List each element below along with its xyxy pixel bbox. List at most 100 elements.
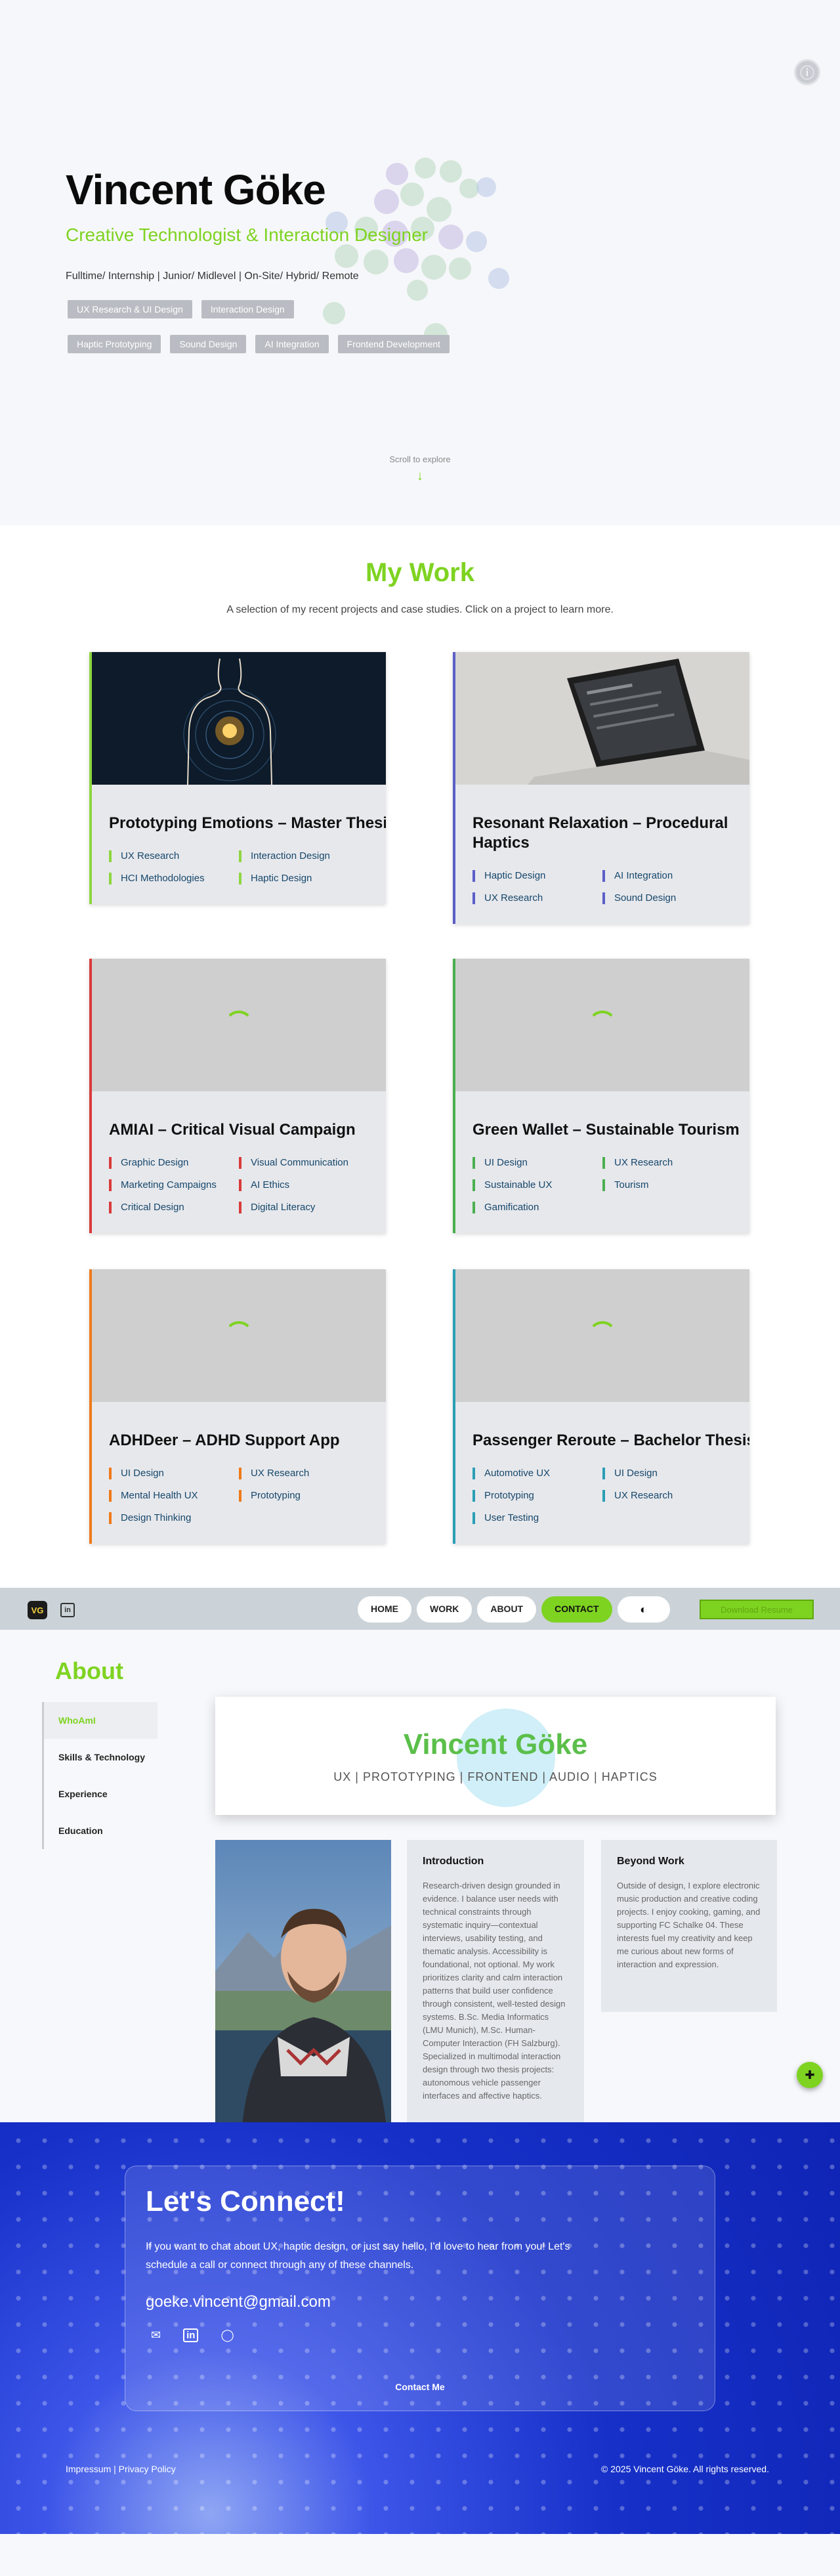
download-resume-button[interactable]: Download Resume xyxy=(700,1600,814,1619)
introduction-title: Introduction xyxy=(423,1856,484,1867)
skill-chips-row-2: Haptic Prototyping Sound Design AI Integ… xyxy=(68,335,450,353)
project-tag: Prototyping xyxy=(472,1490,602,1502)
project-tag: Haptic Design xyxy=(239,873,369,884)
theme-toggle-icon[interactable]: ◐ xyxy=(617,1596,670,1623)
contact-me-button[interactable]: Contact Me xyxy=(0,2382,840,2392)
laptop-illustration xyxy=(455,652,749,785)
info-icon[interactable]: ⓘ xyxy=(794,59,820,85)
project-thumbnail xyxy=(455,1269,749,1402)
puzzle-icon[interactable]: ✚ xyxy=(797,2062,823,2088)
project-card[interactable]: Green Wallet – Sustainable Tourism UI De… xyxy=(453,959,749,1233)
body-glow-illustration xyxy=(183,658,276,785)
connect-text: If you want to chat about UX, haptic des… xyxy=(146,2241,570,2271)
project-tag: Prototyping xyxy=(239,1490,369,1502)
project-tags: Graphic Design Visual Communication Mark… xyxy=(109,1157,369,1213)
project-tags: Automotive UX UI Design Prototyping UX R… xyxy=(472,1468,732,1524)
nav-link-about[interactable]: ABOUT xyxy=(477,1596,537,1623)
project-tags: UX Research Interaction Design HCI Metho… xyxy=(109,850,369,884)
loading-spinner-icon xyxy=(224,1321,253,1350)
nav-link-home[interactable]: HOME xyxy=(358,1596,411,1623)
skill-chip: UX Research & UI Design xyxy=(68,300,192,318)
skill-chip: Haptic Prototyping xyxy=(68,335,161,353)
project-tags: Haptic Design AI Integration UX Research… xyxy=(472,870,732,904)
arrow-down-icon[interactable]: ↓ xyxy=(0,469,840,484)
skill-chips-row-1: UX Research & UI Design Interaction Desi… xyxy=(68,300,294,318)
project-tag: UI Design xyxy=(472,1157,602,1169)
about-section: About WhoAmI Skills & Technology Experie… xyxy=(0,1630,840,2135)
project-tag: AI Integration xyxy=(602,870,732,882)
about-title: About xyxy=(55,1657,123,1684)
project-title: Passenger Reroute – Bachelor Thesis xyxy=(472,1431,749,1449)
linkedin-icon[interactable]: in xyxy=(60,1603,75,1617)
navbar: VG in HOME WORK ABOUT CONTACT ◐ Download… xyxy=(0,1588,840,1630)
nav-links: HOME WORK ABOUT CONTACT ◐ xyxy=(358,1596,670,1623)
project-tag: Marketing Campaigns xyxy=(109,1179,239,1191)
project-title: Green Wallet – Sustainable Tourism xyxy=(472,1121,740,1139)
beyond-work-box: Beyond Work Outside of design, I explore… xyxy=(601,1840,777,2012)
beyond-work-title: Beyond Work xyxy=(617,1856,684,1867)
loading-spinner-icon xyxy=(224,1011,253,1039)
project-tag: Sound Design xyxy=(602,892,732,904)
project-tag: Mental Health UX xyxy=(109,1490,239,1502)
project-tag: Critical Design xyxy=(109,1202,239,1213)
scroll-hint: Scroll to explore xyxy=(389,454,451,464)
social-icons: ✉ in ◯ xyxy=(151,2328,234,2342)
project-tags: UI Design UX Research Sustainable UX Tou… xyxy=(472,1157,732,1213)
footer-copyright: © 2025 Vincent Göke. All rights reserved… xyxy=(601,2464,769,2474)
introduction-text: Research-driven design grounded in evide… xyxy=(423,1881,566,2101)
project-card[interactable]: Prototyping Emotions – Master Thesis UX … xyxy=(89,652,386,904)
about-menu-experience[interactable]: Experience xyxy=(44,1776,158,1812)
project-tag: Interaction Design xyxy=(239,850,369,862)
work-section: My Work A selection of my recent project… xyxy=(0,525,840,1588)
project-card[interactable]: Resonant Relaxation – Procedural Haptics… xyxy=(453,652,749,924)
about-menu-skills[interactable]: Skills & Technology xyxy=(44,1739,158,1776)
about-menu: WhoAmI Skills & Technology Experience Ed… xyxy=(42,1702,158,1849)
nav-link-contact[interactable]: CONTACT xyxy=(541,1596,612,1623)
project-title: AMIAI – Critical Visual Campaign xyxy=(109,1121,356,1139)
project-tag: Tourism xyxy=(602,1179,732,1191)
project-tag: Gamification xyxy=(472,1202,602,1213)
project-tags: UI Design UX Research Mental Health UX P… xyxy=(109,1468,369,1524)
project-thumbnail xyxy=(455,652,749,785)
hero-subtitle: Creative Technologist & Interaction Desi… xyxy=(66,225,429,245)
skill-chip: Interaction Design xyxy=(201,300,294,318)
introduction-box: Introduction Research-driven design grou… xyxy=(407,1840,584,2135)
mail-icon[interactable]: ✉ xyxy=(151,2328,161,2342)
email-link[interactable]: goeke.vincent@gmail.com xyxy=(146,2293,331,2311)
about-roles: UX | PROTOTYPING | FRONTEND | AUDIO | HA… xyxy=(333,1770,658,1783)
project-tag: Digital Literacy xyxy=(239,1202,369,1213)
project-tag: Automotive UX xyxy=(472,1468,602,1479)
skill-chip: Sound Design xyxy=(170,335,247,353)
project-tag: Haptic Design xyxy=(472,870,602,882)
project-tag: UI Design xyxy=(602,1468,732,1479)
hero-availability: Fulltime/ Internship | Junior/ Midlevel … xyxy=(66,271,359,282)
about-menu-whoami[interactable]: WhoAmI xyxy=(44,1702,158,1739)
project-tag: HCI Methodologies xyxy=(109,873,239,884)
project-title: Resonant Relaxation – Procedural Haptics xyxy=(472,814,728,852)
footer-legal-links[interactable]: Impressum | Privacy Policy xyxy=(66,2464,176,2474)
portrait-illustration xyxy=(215,1840,391,2135)
project-tag: AI Ethics xyxy=(239,1179,369,1191)
profile-photo xyxy=(215,1840,391,2135)
project-card[interactable]: AMIAI – Critical Visual Campaign Graphic… xyxy=(89,959,386,1233)
project-title: ADHDeer – ADHD Support App xyxy=(109,1431,340,1449)
github-icon[interactable]: ◯ xyxy=(220,2328,234,2342)
project-tag: Graphic Design xyxy=(109,1157,239,1169)
project-thumbnail xyxy=(92,652,386,785)
loading-spinner-icon xyxy=(588,1321,617,1350)
project-tag: Sustainable UX xyxy=(472,1179,602,1191)
hero-name: Vincent Göke xyxy=(66,166,326,213)
hero-section: ⓘ Vincent Göke Creative Technologist & I… xyxy=(0,0,840,525)
project-card[interactable]: Passenger Reroute – Bachelor Thesis Auto… xyxy=(453,1269,749,1544)
linkedin-icon[interactable]: in xyxy=(183,2328,199,2342)
project-title: Prototyping Emotions – Master Thesis xyxy=(109,814,386,832)
connect-section: Let's Connect! If you want to chat about… xyxy=(0,2122,840,2534)
logo-icon[interactable]: VG xyxy=(28,1601,47,1619)
project-tag: UI Design xyxy=(109,1468,239,1479)
project-card[interactable]: ADHDeer – ADHD Support App UI Design UX … xyxy=(89,1269,386,1544)
work-description: A selection of my recent projects and ca… xyxy=(226,604,614,615)
connect-title: Let's Connect! xyxy=(146,2185,345,2217)
about-menu-education[interactable]: Education xyxy=(44,1812,158,1849)
nav-link-work[interactable]: WORK xyxy=(417,1596,472,1623)
beyond-work-text: Outside of design, I explore electronic … xyxy=(617,1881,761,1969)
